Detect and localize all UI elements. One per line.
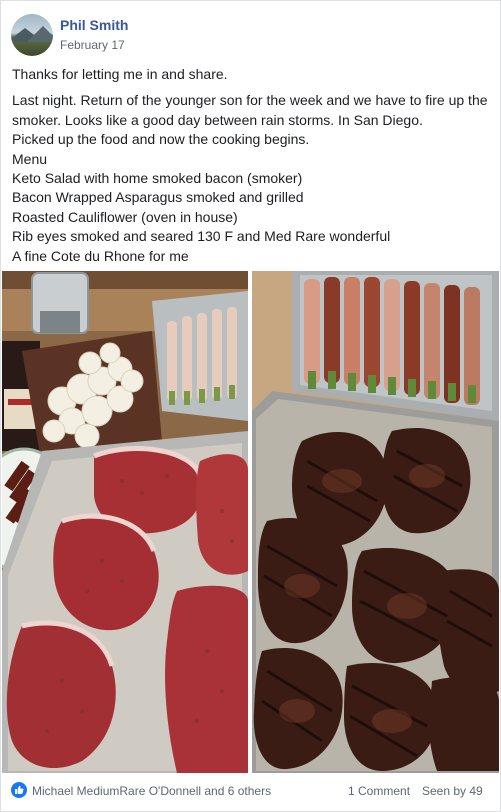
author-name[interactable]: Phil Smith: [60, 17, 128, 33]
avatar-mountain: [27, 26, 53, 42]
comments-count[interactable]: 1 Comment: [348, 784, 410, 798]
post-text: Thanks for letting me in and share. Last…: [12, 65, 490, 266]
avatar[interactable]: [11, 14, 53, 56]
like-icon: [11, 782, 27, 798]
post-line: Menu: [12, 150, 48, 167]
post-card: Phil Smith February 17 Thanks for lettin…: [0, 0, 501, 812]
grilled-ribeyes-photo[interactable]: [252, 271, 499, 773]
seen-count[interactable]: Seen by 49: [422, 784, 483, 798]
post-line: Thanks for letting me in and share.: [12, 66, 228, 82]
photo-grid: [2, 271, 499, 773]
post-line: Bacon Wrapped Asparagus smoked and grill…: [12, 189, 304, 206]
reactors-link[interactable]: Michael MediumRare O'Donnell and 6 other…: [32, 784, 271, 798]
post-line: Roasted Cauliflower (oven in house): [12, 208, 238, 225]
post-line: Keto Salad with home smoked bacon (smoke…: [12, 170, 303, 187]
post-line: Last night. Return of the younger son fo…: [12, 92, 488, 128]
post-line: Picked up the food and now the cooking b…: [12, 131, 310, 148]
post-line: Rib eyes smoked and seared 130 F and Med…: [12, 228, 391, 245]
post-date[interactable]: February 17: [60, 38, 125, 52]
post-footer: Michael MediumRare O'Donnell and 6 other…: [11, 781, 491, 803]
post-line: A fine Cote du Rhone for me: [12, 247, 189, 264]
raw-ribeyes-photo[interactable]: [2, 271, 248, 773]
post-header: Phil Smith February 17: [11, 13, 491, 57]
